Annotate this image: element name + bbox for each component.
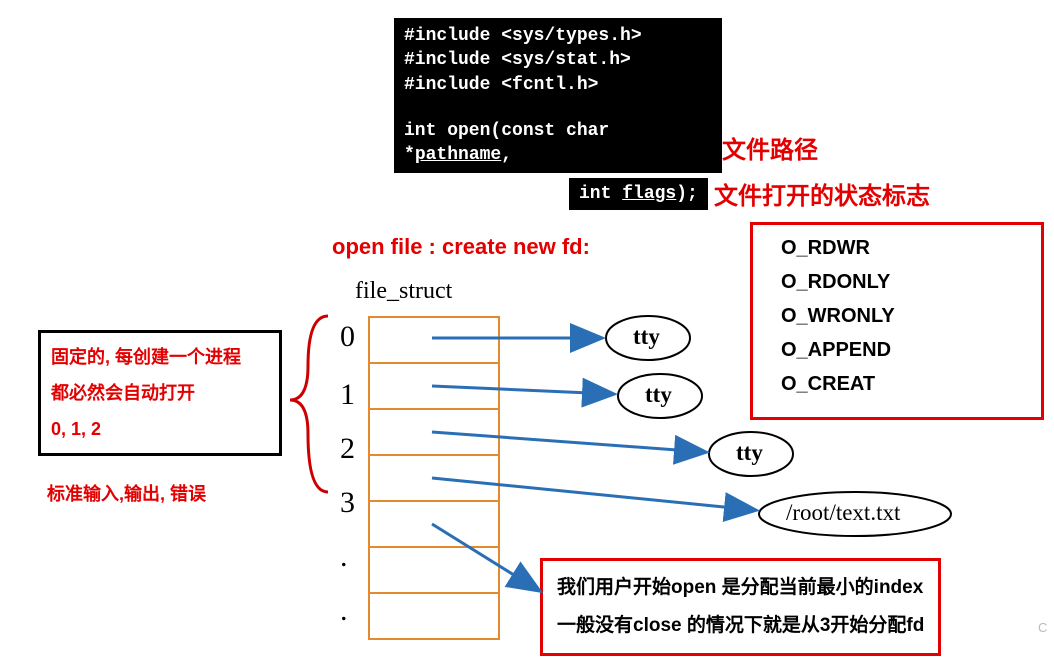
- fd-index: 3: [340, 486, 355, 520]
- note-line: 我们用户开始open 是分配当前最小的index: [557, 569, 924, 607]
- code-line: int open(const char *pathname,: [404, 119, 712, 168]
- fixed-fd-note: 固定的, 每创建一个进程 都必然会自动打开 0, 1, 2: [38, 330, 282, 456]
- fd-index: 0: [340, 320, 355, 354]
- fd-cell: [368, 316, 500, 364]
- code-line: #include <sys/types.h>: [404, 24, 712, 48]
- flag-item: O_WRONLY: [781, 299, 1013, 333]
- code-line: #include <fcntl.h>: [404, 73, 712, 97]
- fd-cell: [368, 546, 500, 594]
- flag-item: O_APPEND: [781, 333, 1013, 367]
- fd-cell: [368, 408, 500, 456]
- flag-item: O_RDONLY: [781, 265, 1013, 299]
- fd-cell: [368, 500, 500, 548]
- note-line: 0, 1, 2: [51, 411, 269, 447]
- watermark: C: [1038, 620, 1047, 635]
- code-flags-param: int flags);: [569, 178, 708, 210]
- open-title: open file : create new fd:: [332, 234, 590, 260]
- fd-index: 1: [340, 378, 355, 412]
- code-line: #include <sys/stat.h>: [404, 48, 712, 72]
- fd-index: .: [340, 594, 348, 628]
- fd-index: .: [340, 540, 348, 574]
- alloc-note: 我们用户开始open 是分配当前最小的index 一般没有close 的情况下就…: [540, 558, 941, 656]
- fd-cell: [368, 592, 500, 640]
- fd-cell: [368, 362, 500, 410]
- fd-index: 2: [340, 432, 355, 466]
- node-tty: tty: [645, 382, 672, 408]
- annotation-pathname: 文件路径: [722, 130, 818, 165]
- flag-item: O_CREAT: [781, 367, 1013, 401]
- code-includes: #include <sys/types.h> #include <sys/sta…: [394, 18, 722, 173]
- node-tty: tty: [633, 324, 660, 350]
- stdio-label: 标准输入,输出, 错误: [47, 480, 206, 506]
- flag-item: O_RDWR: [781, 231, 1013, 265]
- annotation-flags: 文件打开的状态标志: [714, 176, 930, 211]
- node-tty: tty: [736, 440, 763, 466]
- file-struct-label: file_struct: [355, 278, 452, 305]
- node-file: /root/text.txt: [786, 500, 900, 526]
- note-line: 一般没有close 的情况下就是从3开始分配fd: [557, 607, 924, 645]
- flags-box: O_RDWR O_RDONLY O_WRONLY O_APPEND O_CREA…: [750, 222, 1044, 420]
- fd-cell: [368, 454, 500, 502]
- note-line: 固定的, 每创建一个进程: [51, 339, 269, 375]
- note-line: 都必然会自动打开: [51, 375, 269, 411]
